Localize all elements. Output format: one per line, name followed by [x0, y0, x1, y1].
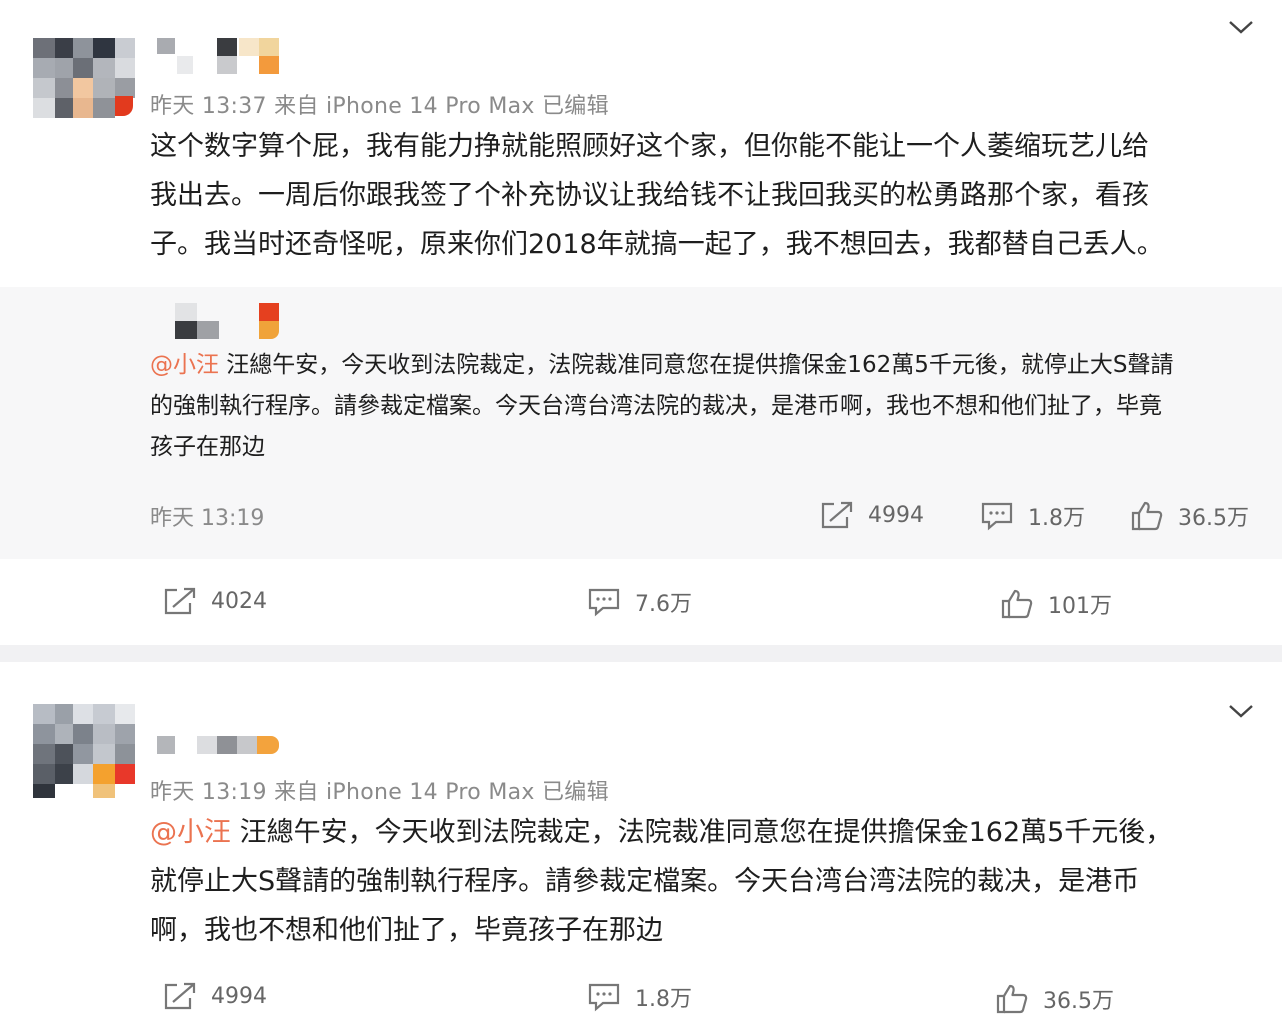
repost-share-button[interactable]: 4994 [820, 500, 924, 530]
post-text-line: 汪總午安，今天收到法院裁定，法院裁准同意您在提供擔保金162萬5千元後， [231, 817, 1173, 848]
comment-icon [588, 983, 620, 1012]
mention-link[interactable]: @小汪 [150, 352, 219, 378]
mention-link[interactable]: @小汪 [150, 817, 231, 848]
share-icon [164, 587, 196, 615]
post-text-line: 就停止大S聲請的強制執行程序。請參裁定檔案。今天台湾台湾法院的裁决，是港币 [150, 866, 1140, 897]
share-count: 4994 [868, 502, 924, 528]
repost-text-line: 汪總午安，今天收到法院裁定，法院裁准同意您在提供擔保金162萬5千元後，就停止大… [219, 352, 1174, 378]
repost-comment-button[interactable]: 1.8万 [980, 500, 1085, 532]
repost-text-line: 的強制執行程序。請參裁定檔案。今天台湾台湾法院的裁决，是港币啊，我也不想和他们扯… [150, 393, 1162, 419]
comment-count: 1.8万 [635, 987, 692, 1012]
like-count: 101万 [1048, 594, 1112, 619]
repost-time: 昨天 13:19 [150, 506, 265, 531]
chevron-down-icon[interactable] [1228, 18, 1254, 36]
share-count: 4024 [211, 588, 267, 614]
weibo-post: 昨天 13:37 来自 iPhone 14 Pro Max 已编辑 这个数字算个… [0, 0, 1282, 645]
comment-icon [588, 588, 620, 617]
like-button[interactable]: 101万 [1000, 588, 1112, 620]
share-count: 4994 [211, 983, 267, 1009]
avatar[interactable] [33, 704, 135, 802]
like-count: 36.5万 [1043, 989, 1114, 1014]
post-text-line: 我出去。一周后你跟我签了个补充协议让我给钱不让我回我买的松勇路那个家，看孩 [150, 180, 1149, 211]
thumbs-up-icon [1001, 589, 1033, 619]
share-button[interactable]: 4024 [163, 586, 267, 616]
share-button[interactable]: 4994 [163, 981, 267, 1011]
comment-button[interactable]: 7.6万 [587, 586, 692, 618]
comment-count: 7.6万 [635, 592, 692, 617]
post-text-line: 子。我当时还奇怪呢，原来你们2018年就搞一起了，我不想回去，我都替自己丢人。 [150, 229, 1164, 260]
username[interactable] [155, 734, 285, 758]
post-divider [0, 645, 1282, 662]
repost-text-line: 孩子在那边 [150, 434, 265, 460]
post-text-line: 这个数字算个屁，我有能力挣就能照顾好这个家，但你能不能让一个人萎缩玩艺儿给 [150, 131, 1149, 162]
comment-count: 1.8万 [1028, 506, 1085, 531]
repost-text: @小汪 汪總午安，今天收到法院裁定，法院裁准同意您在提供擔保金162萬5千元後，… [150, 345, 1173, 468]
post-text: @小汪 汪總午安，今天收到法院裁定，法院裁准同意您在提供擔保金162萬5千元後，… [150, 808, 1172, 955]
thumbs-up-icon [1131, 501, 1163, 531]
comment-button[interactable]: 1.8万 [587, 981, 692, 1013]
post-meta: 昨天 13:37 来自 iPhone 14 Pro Max 已编辑 [150, 94, 609, 119]
comment-icon [981, 502, 1013, 531]
repost-like-button[interactable]: 36.5万 [1130, 500, 1249, 532]
repost-username[interactable] [175, 303, 290, 341]
post-text: 这个数字算个屁，我有能力挣就能照顾好这个家，但你能不能让一个人萎缩玩艺儿给 我出… [150, 122, 1164, 269]
like-button[interactable]: 36.5万 [995, 983, 1114, 1015]
share-icon [821, 501, 853, 529]
thumbs-up-icon [996, 984, 1028, 1014]
post-meta: 昨天 13:19 来自 iPhone 14 Pro Max 已编辑 [150, 780, 609, 805]
username[interactable] [155, 36, 285, 80]
weibo-post: 昨天 13:19 来自 iPhone 14 Pro Max 已编辑 @小汪 汪總… [0, 662, 1282, 1036]
chevron-down-icon[interactable] [1228, 702, 1254, 720]
like-count: 36.5万 [1178, 506, 1249, 531]
avatar[interactable] [33, 18, 135, 120]
post-text-line: 啊，我也不想和他们扯了，毕竟孩子在那边 [150, 915, 663, 946]
share-icon [164, 982, 196, 1010]
